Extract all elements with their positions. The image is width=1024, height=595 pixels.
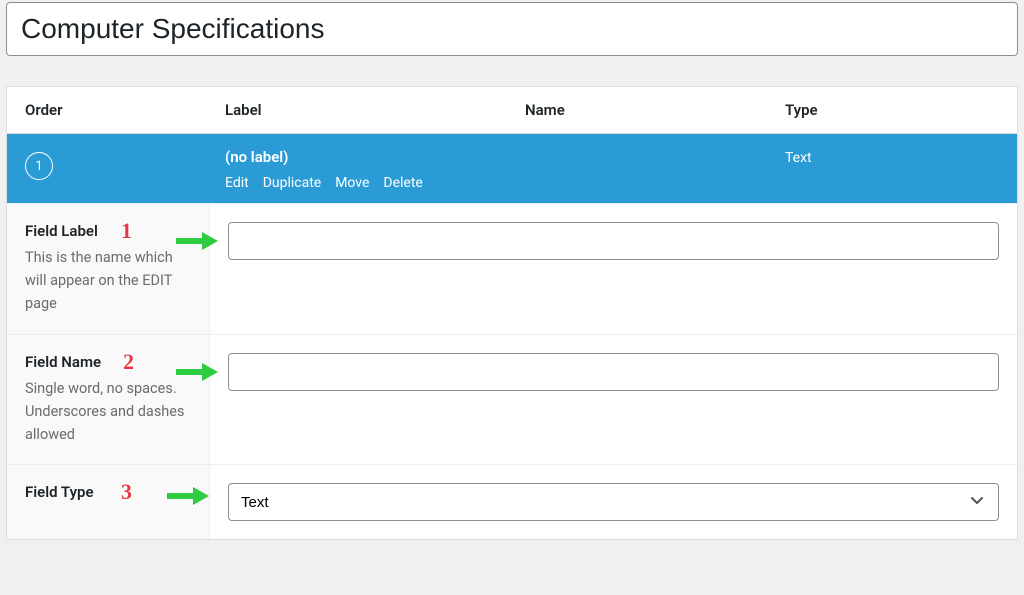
edit-action[interactable]: Edit [225,175,249,191]
setting-field-label-desc: This is the name which will appear on th… [25,246,191,316]
field-list-header: Order Label Name Type [7,87,1017,134]
annotation-number-1: 1 [121,218,132,244]
field-label-input[interactable] [228,222,999,260]
field-row-actions: Edit Duplicate Move Delete [225,172,525,191]
fields-panel: Order Label Name Type 1 (no label) Edit … [6,86,1018,540]
header-order: Order [25,101,225,119]
annotation-arrow-2 [174,361,218,383]
field-row[interactable]: 1 (no label) Edit Duplicate Move Delete … [7,134,1017,203]
setting-field-name-title: Field Name [25,353,191,371]
setting-field-label-row: Field Label This is the name which will … [7,203,1017,334]
header-label: Label [225,101,525,119]
annotation-arrow-1 [174,230,218,252]
delete-action[interactable]: Delete [383,175,422,191]
field-type-select[interactable]: Text [228,483,999,521]
field-row-type: Text [785,148,999,166]
setting-field-label-title: Field Label [25,222,191,240]
field-name-input[interactable] [228,353,999,391]
annotation-number-2: 2 [123,349,134,375]
duplicate-action[interactable]: Duplicate [263,175,322,191]
annotation-arrow-3 [165,485,209,507]
header-name: Name [525,101,785,119]
group-title-input[interactable] [6,2,1018,56]
setting-field-name-desc: Single word, no spaces. Underscores and … [25,377,191,447]
header-type: Type [785,101,999,119]
annotation-number-3: 3 [121,479,132,505]
setting-field-name-row: Field Name Single word, no spaces. Under… [7,334,1017,465]
move-action[interactable]: Move [335,175,369,191]
order-badge[interactable]: 1 [25,152,53,180]
setting-field-type-row: Field Type 3 Text [7,464,1017,539]
field-row-label[interactable]: (no label) [225,148,525,166]
